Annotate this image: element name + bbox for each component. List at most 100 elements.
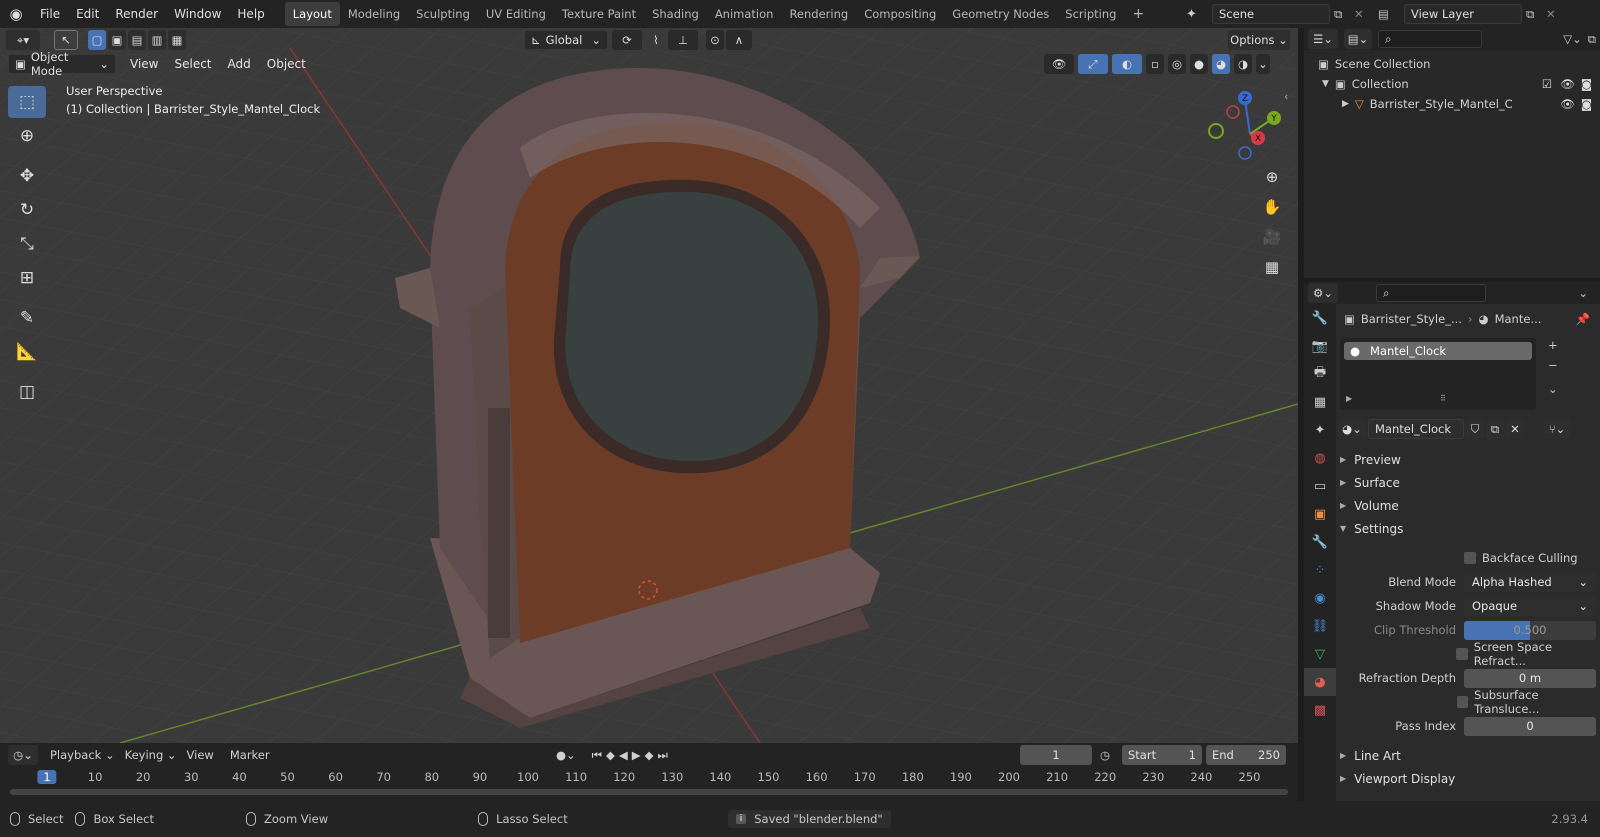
editor-type-icon[interactable]: ⌖▾ (6, 30, 40, 50)
collection-tab-icon[interactable]: ▭ (1304, 472, 1336, 500)
move-tool-icon[interactable]: ✥ (8, 160, 46, 192)
pin-icon[interactable]: 📌 (1576, 312, 1590, 326)
subsurface-row[interactable]: Subsurface Transluce... (1336, 688, 1600, 716)
backface-culling-checkbox[interactable] (1464, 552, 1476, 564)
rotate-tool-icon[interactable]: ↻ (8, 194, 46, 226)
status-message[interactable]: i Saved "blender.blend" (727, 810, 891, 828)
stopwatch-icon[interactable]: ◷ (1100, 748, 1110, 762)
sidebar-toggle-icon[interactable]: ‹ (1284, 90, 1288, 103)
jump-start-icon[interactable]: ⏮ (592, 748, 602, 763)
zoom-icon[interactable]: ⊕ (1258, 164, 1286, 190)
display-mode-icon[interactable]: ▤⌄ (1344, 29, 1372, 49)
add-cube-tool-icon[interactable]: ◫ (8, 376, 46, 408)
tab-uv-editing[interactable]: UV Editing (478, 2, 554, 26)
shadow-mode-dropdown[interactable]: Opaque ⌄ (1464, 596, 1596, 616)
checkbox-icon[interactable]: ☑ (1542, 77, 1552, 91)
clip-threshold-slider[interactable]: 0.500 (1464, 620, 1596, 640)
visibility-icon[interactable]: 👁 (1044, 54, 1074, 74)
subsurface-checkbox[interactable] (1456, 696, 1469, 708)
modifier-tab-icon[interactable]: 🔧 (1304, 528, 1336, 556)
camera-icon[interactable]: ◙ (1581, 97, 1592, 111)
solid-shading-icon[interactable]: ● (1190, 54, 1208, 74)
menu-keying[interactable]: Keying ⌄ (125, 748, 177, 762)
menu-playback[interactable]: Playback ⌄ (50, 748, 115, 762)
select-mode-icon[interactable]: ↖ (54, 30, 78, 50)
select-new-icon[interactable]: ▢ (88, 30, 106, 50)
pivot-point-icon[interactable]: ⟳ (612, 30, 642, 50)
select-subtract-icon[interactable]: ▤ (128, 30, 146, 50)
outliner-search-input[interactable]: ⌕ (1378, 30, 1482, 48)
pass-index-field[interactable]: 0 (1464, 716, 1596, 736)
options-dropdown[interactable]: Options ⌄ (1228, 30, 1290, 50)
output-tab-icon[interactable]: 🖶 (1304, 360, 1336, 388)
frame-ruler[interactable]: 1 10 20 30 40 50 60 70 80 90 100 110 120 130 140 150 160… (0, 767, 1298, 789)
tree-row-object[interactable]: ▶ ▽ Barrister_Style_Mantel_C 👁 ◙ (1304, 94, 1600, 114)
chevron-down-icon[interactable]: ⌄ (1256, 54, 1270, 74)
new-view-layer-icon[interactable]: ⧉ (1526, 7, 1542, 22)
fake-user-icon[interactable]: ⛉ (1466, 419, 1484, 439)
xray-icon[interactable]: ▫ (1146, 54, 1164, 74)
prev-keyframe-icon[interactable]: ◆ (606, 748, 615, 762)
constraints-tab-icon[interactable]: ⛓ (1304, 612, 1336, 640)
jump-end-icon[interactable]: ⏭ (657, 748, 667, 763)
tab-scripting[interactable]: Scripting (1057, 2, 1124, 26)
panel-surface[interactable]: ▶ Surface (1336, 471, 1600, 494)
scene-field[interactable]: Scene (1212, 4, 1330, 24)
start-frame-field[interactable]: Start 1 (1122, 745, 1202, 765)
panel-viewport-display[interactable]: ▶ Viewport Display (1336, 767, 1600, 790)
tab-sculpting[interactable]: Sculpting (408, 2, 478, 26)
timeline-editor-icon[interactable]: ◷⌄ (8, 745, 38, 765)
material-name-field[interactable]: Mantel_Clock (1368, 419, 1464, 439)
ssr-checkbox[interactable] (1456, 648, 1468, 660)
panel-settings[interactable]: ▼ Settings (1336, 517, 1600, 540)
object-tab-icon[interactable]: ▣ (1304, 500, 1336, 528)
falloff-icon[interactable]: ∧ (726, 30, 752, 50)
tab-shading[interactable]: Shading (644, 2, 707, 26)
current-frame-marker[interactable]: 1 (37, 770, 57, 784)
slot-item[interactable]: ● Mantel_Clock (1344, 342, 1532, 360)
3d-viewport[interactable]: ⌖▾ ↖ ▢ ▣ ▤ ▥ ▦ ⊾ Global ⌄ ⟳ ⌇ ⊥ ⊙ ∧ Option… (0, 28, 1298, 743)
select-intersect-icon[interactable]: ▦ (168, 30, 186, 50)
tab-rendering[interactable]: Rendering (781, 2, 856, 26)
browse-material-icon[interactable]: ◕⌄ (1338, 419, 1366, 439)
add-workspace-icon[interactable]: + (1124, 1, 1152, 27)
cursor-tool-icon[interactable]: ⊕ (8, 120, 46, 152)
end-frame-field[interactable]: End 250 (1206, 745, 1286, 765)
proportional-edit-icon[interactable]: ⊙ (706, 30, 724, 50)
overlay-toggle-icon[interactable]: ◐ (1112, 54, 1142, 74)
blender-logo-icon[interactable]: ◉ (0, 5, 32, 23)
select-extend-icon[interactable]: ▣ (108, 30, 126, 50)
tree-row-scene-collection[interactable]: ▣ Scene Collection (1304, 54, 1600, 74)
menu-marker[interactable]: Marker (230, 748, 270, 762)
play-icon[interactable]: ▶ (632, 748, 641, 762)
camera-icon[interactable]: ◙ (1581, 77, 1592, 91)
mode-dropdown[interactable]: ▣ Object Mode ⌄ (8, 50, 116, 78)
camera-view-icon[interactable]: 🎥 (1258, 224, 1286, 250)
measure-tool-icon[interactable]: 📐 (8, 336, 46, 368)
snap-target-icon[interactable]: ⊥ (668, 30, 698, 50)
gizmo-toggle-icon[interactable]: ⤢ (1078, 54, 1108, 74)
scene-tab-icon[interactable]: ✦ (1304, 416, 1336, 444)
tab-compositing[interactable]: Compositing (856, 2, 944, 26)
tab-texture-paint[interactable]: Texture Paint (554, 2, 644, 26)
timeline-scrollbar[interactable] (10, 789, 1288, 795)
texture-tab-icon[interactable]: ▩ (1304, 696, 1336, 724)
panel-volume[interactable]: ▶ Volume (1336, 494, 1600, 517)
material-shading-icon[interactable]: ◕ (1212, 54, 1230, 74)
tab-geometry-nodes[interactable]: Geometry Nodes (944, 2, 1057, 26)
gizmo-neg-x-icon[interactable] (1226, 105, 1240, 119)
menu-render[interactable]: Render (107, 7, 166, 21)
menu-timeline-view[interactable]: View (187, 748, 214, 762)
panel-preview[interactable]: ▶ Preview (1336, 448, 1600, 471)
chevron-down-icon[interactable]: ⌄ (1578, 286, 1588, 300)
outliner-editor-icon[interactable]: ☰⌄ (1308, 29, 1338, 49)
tab-modeling[interactable]: Modeling (340, 2, 408, 26)
expand-icon[interactable]: ▶ (1346, 394, 1352, 403)
gizmo-neg-y-icon[interactable] (1208, 123, 1224, 139)
scene-icon[interactable]: ✦ (1186, 7, 1208, 22)
node-tree-icon[interactable]: ⑂⌄ (1544, 419, 1570, 439)
refraction-depth-field[interactable]: 0 m (1464, 668, 1596, 688)
delete-scene-icon[interactable]: ✕ (1354, 7, 1370, 21)
ssr-row[interactable]: Screen Space Refract... (1336, 640, 1600, 668)
wireframe-shading-icon[interactable]: ◎ (1168, 54, 1186, 74)
